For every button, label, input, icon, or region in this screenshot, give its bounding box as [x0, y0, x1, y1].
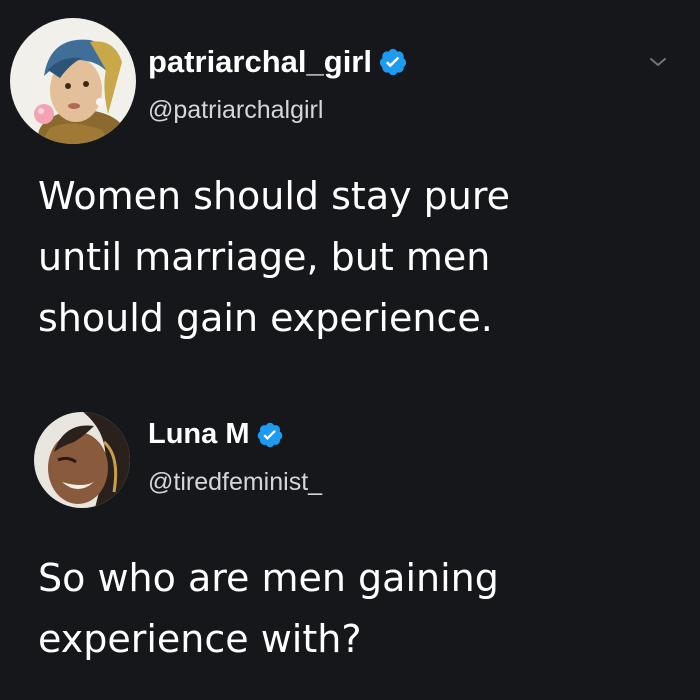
handle[interactable]: @tiredfeminist_ [148, 468, 322, 497]
tweet-original: patriarchal_girl @patriarchalgirl Women … [0, 0, 700, 380]
tweet-text-line: Women should stay pure [38, 174, 511, 218]
tweet-text: So who are men gaining experience with? [38, 548, 668, 670]
tweet-text-line: So who are men gaining [38, 556, 499, 600]
woman-smiling-avatar [34, 412, 130, 508]
display-name[interactable]: Luna M [148, 418, 284, 451]
avatar[interactable] [34, 412, 130, 508]
display-name-label: Luna M [148, 418, 250, 450]
handle[interactable]: @patriarchalgirl [148, 96, 323, 125]
tweet-text-line: experience with? [38, 616, 362, 661]
display-name-label: patriarchal_girl [148, 44, 372, 79]
tweet-reply: Luna M @tiredfeminist_ So who are men ga… [0, 380, 700, 700]
tweet-text-line: should gain experience. [38, 295, 493, 340]
verified-badge-icon [378, 47, 408, 77]
tweet-text: Women should stay pure until marriage, b… [38, 166, 668, 348]
girl-with-pearl-earring-avatar [10, 18, 136, 144]
verified-badge-icon [256, 421, 284, 449]
tweet-text-line: until marriage, but men [38, 234, 491, 279]
display-name[interactable]: patriarchal_girl [148, 44, 408, 80]
chevron-down-icon[interactable] [646, 50, 670, 74]
avatar[interactable] [10, 18, 136, 144]
